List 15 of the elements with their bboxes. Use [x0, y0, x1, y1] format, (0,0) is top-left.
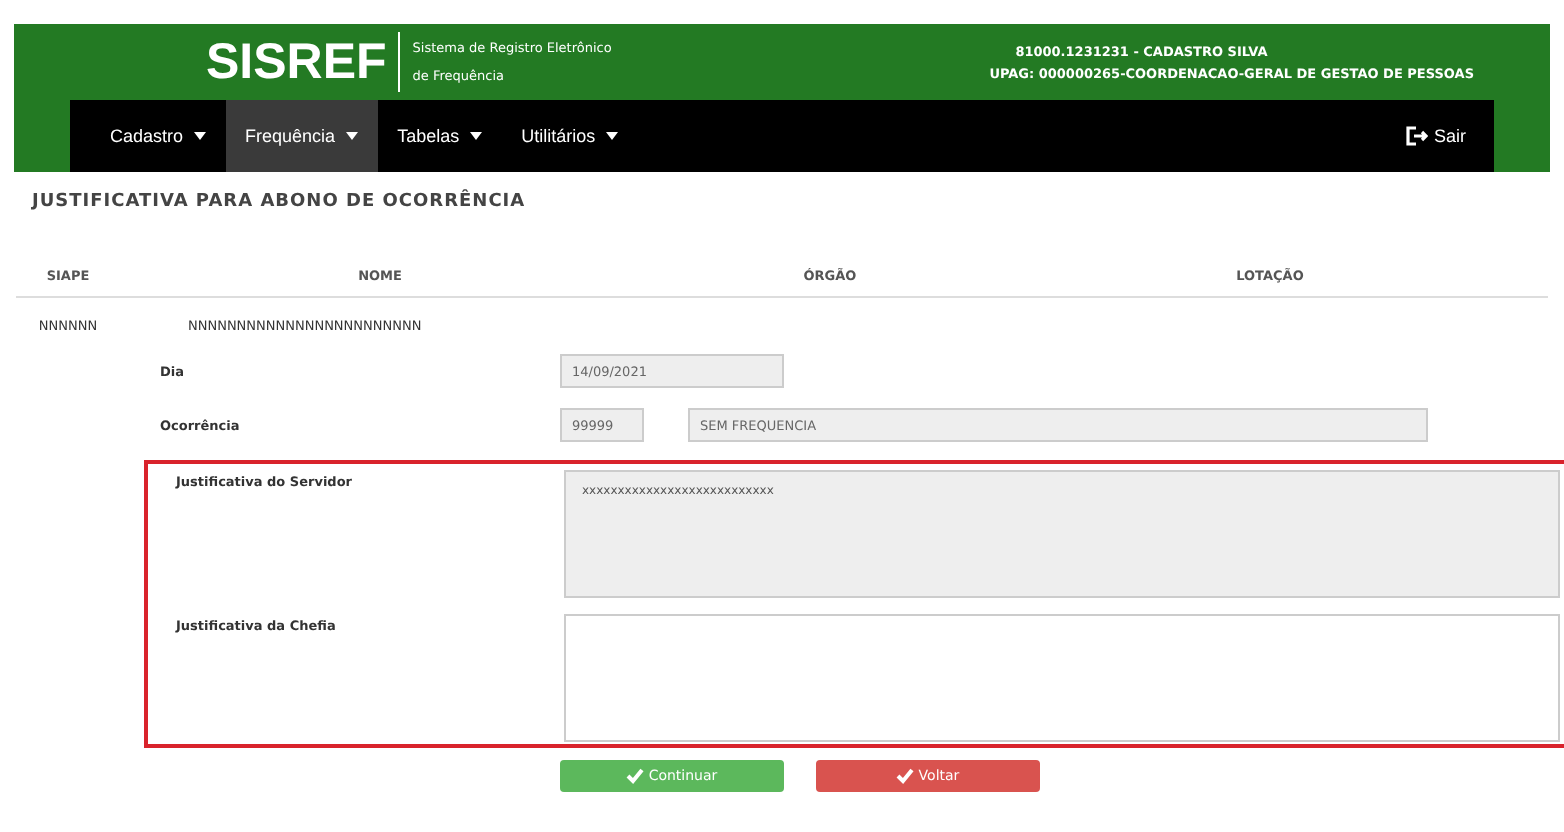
page-title: JUSTIFICATIVA PARA ABONO DE OCORRÊNCIA [32, 192, 528, 212]
check-icon [626, 768, 645, 784]
caret-icon [193, 132, 206, 140]
logo-text: SISREF [206, 32, 401, 92]
caret-icon [469, 132, 482, 140]
sign-out-icon [1405, 126, 1428, 146]
check-icon [896, 768, 915, 784]
caret-icon [345, 132, 358, 140]
caret-icon [605, 132, 618, 140]
text-area[interactable] [564, 614, 1560, 742]
nav-menu[interactable]: Cadastro [90, 100, 226, 172]
logout-link[interactable]: Sair [1385, 100, 1494, 172]
nav-menu[interactable]: Tabelas [377, 100, 502, 172]
nav-menu[interactable]: Utilitários [501, 100, 638, 172]
nav-menu[interactable]: Frequência [225, 100, 378, 172]
